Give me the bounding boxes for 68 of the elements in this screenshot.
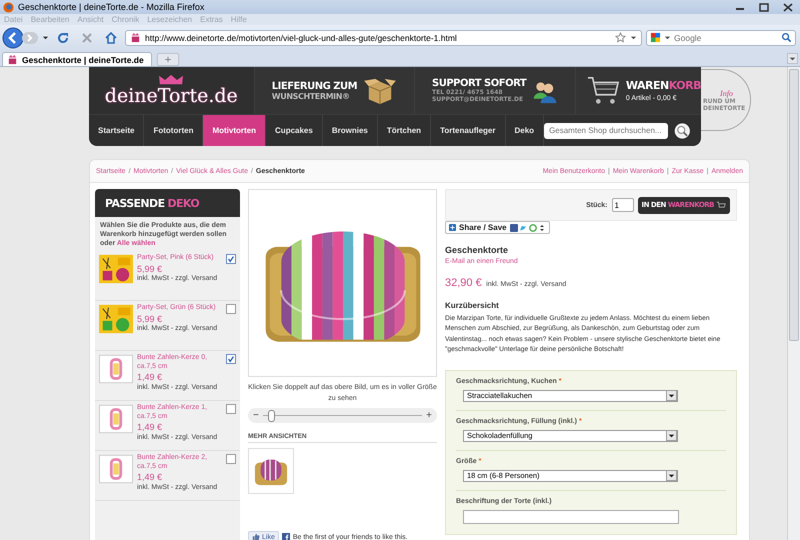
- delivery-title: LIEFERUNG ZUM: [272, 80, 358, 92]
- reload-icon[interactable]: [56, 30, 70, 44]
- nav-item[interactable]: Startseite: [89, 115, 144, 146]
- social-icons[interactable]: [510, 224, 546, 232]
- zoom-out-button[interactable]: −: [253, 410, 259, 420]
- checkbox[interactable]: [226, 454, 236, 464]
- caret-icon[interactable]: [42, 34, 49, 41]
- checkbox[interactable]: [226, 404, 236, 414]
- firefox-icon: [3, 2, 14, 12]
- shop-search-field[interactable]: Gesamten Shop durchsuchen...: [544, 122, 668, 138]
- browser-tab[interactable]: Geschenktorte | deineTorte.de: [2, 52, 152, 66]
- checkbox[interactable]: [226, 304, 236, 314]
- delivery-subtitle: WUNSCHTERMIN®: [272, 92, 351, 100]
- caret-icon[interactable]: [664, 34, 671, 41]
- checkbox[interactable]: [226, 354, 236, 364]
- search-icon[interactable]: [674, 122, 691, 140]
- product-price: 1,49 €: [137, 422, 162, 433]
- thumbs-up-icon: [252, 533, 260, 540]
- search-field[interactable]: Google: [674, 32, 778, 42]
- tab-list-icon[interactable]: [787, 53, 798, 64]
- zoom-in-button[interactable]: +: [426, 410, 432, 420]
- cake-favicon: [130, 32, 141, 43]
- crown-icon: [158, 74, 184, 86]
- shopping-cart-icon[interactable]: [586, 74, 620, 106]
- new-tab-icon[interactable]: [156, 53, 180, 66]
- home-icon[interactable]: [104, 30, 118, 44]
- cake-favicon: [7, 54, 18, 65]
- url-text[interactable]: http://www.deinetorte.de/motivtorten/viel-gluck-und-alles-gute/geschenktorte-1.html: [145, 32, 611, 42]
- sidebar-header: PASSENDE DEKO: [95, 189, 240, 217]
- product-price: 1,49 €: [137, 472, 162, 483]
- party-set-thumbnail[interactable]: [99, 304, 133, 334]
- zoom-handle[interactable]: [268, 410, 275, 422]
- share-button[interactable]: Share / Save: [445, 221, 550, 234]
- cart-title[interactable]: WARENKORB: [626, 79, 701, 92]
- search-bar[interactable]: Google: [646, 30, 796, 46]
- product-price: 1,49 €: [137, 372, 162, 383]
- quantity-field[interactable]: 1: [612, 198, 634, 212]
- product-title: Geschenktorte: [445, 245, 510, 255]
- star-icon[interactable]: [615, 32, 626, 43]
- summary-heading: Kurzübersicht: [445, 301, 500, 310]
- info-label: Info: [720, 88, 733, 98]
- product-price: 32,90 €: [445, 277, 482, 289]
- box-icon: [363, 76, 398, 104]
- nav-item[interactable]: Törtchen: [378, 115, 432, 146]
- plus-icon: [449, 224, 456, 231]
- address-field[interactable]: http://www.deinetorte.de/motivtorten/viel-gluck-und-alles-gute/geschenktorte-1.html: [125, 30, 642, 46]
- nav-item[interactable]: Motivtorten: [203, 115, 266, 146]
- nav-item[interactable]: Brownies: [322, 115, 378, 146]
- party-set-thumbnail[interactable]: [99, 254, 133, 284]
- caret-icon[interactable]: [630, 34, 637, 41]
- support-title: SUPPORT SOFORT: [432, 78, 526, 89]
- product-price: 5,99 €: [137, 314, 162, 324]
- checkbox[interactable]: [226, 254, 236, 264]
- candle-thumbnail[interactable]: [99, 454, 133, 484]
- nav-item[interactable]: Tortenaufleger: [431, 115, 506, 146]
- google-icon: [650, 32, 661, 43]
- scrollbar[interactable]: [787, 67, 800, 540]
- nav-item[interactable]: Cupcakes: [266, 115, 323, 146]
- product-price: 5,99 €: [137, 264, 162, 274]
- scrollbar-thumb[interactable]: [789, 69, 799, 341]
- cart-icon: [716, 200, 726, 210]
- window-title: Geschenktorte | deineTorte.de - Mozilla Firefox: [18, 2, 204, 12]
- logo[interactable]: deineTorte.de: [104, 86, 238, 107]
- back-icon[interactable]: [2, 26, 24, 48]
- candle-thumbnail[interactable]: [99, 404, 133, 434]
- candle-thumbnail[interactable]: [99, 354, 133, 384]
- inscription-field[interactable]: [463, 510, 679, 524]
- cake-thumbnail[interactable]: [248, 448, 294, 494]
